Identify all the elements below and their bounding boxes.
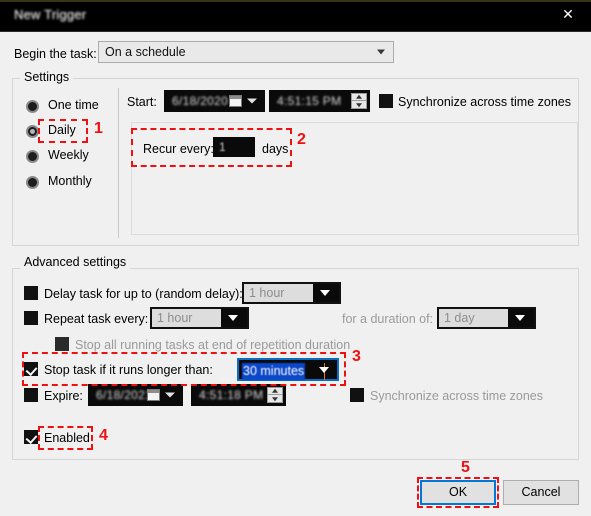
expire-time-value: 4:51:18 PM [199,388,264,402]
expire-sync-timezones-checkbox[interactable] [350,388,364,402]
start-time-value: 4:51:15 PM [277,94,342,108]
settings-divider [118,88,119,238]
delay-task-label: Delay task for up to (random delay): [44,287,243,301]
window-title: New Trigger [14,7,87,22]
chevron-down-icon [319,366,329,373]
start-date-field[interactable]: 6/18/2020 [164,90,265,112]
radio-daily-label: Daily [48,123,76,137]
start-time-field[interactable]: 4:51:15 PM [269,90,370,112]
start-sync-timezones-label: Synchronize across time zones [398,95,571,109]
chevron-down-icon [228,315,238,321]
radio-monthly[interactable] [26,176,39,189]
close-icon[interactable]: ✕ [545,0,591,31]
begin-task-dropdown[interactable]: On a schedule [98,41,394,63]
duration-label: for a duration of: [342,312,434,326]
expire-checkbox[interactable] [24,388,38,402]
recurrence-panel [131,122,578,235]
repeat-task-checkbox[interactable] [24,311,38,325]
chevron-down-icon [377,49,385,55]
start-label: Start: [127,95,157,109]
recur-every-value: 1 [219,140,226,154]
annotation-number-3: 3 [352,348,361,365]
recur-every-input[interactable]: 1 [213,137,255,157]
annotation-number-5: 5 [461,459,470,476]
repeat-task-value: 1 hour [157,311,193,325]
chevron-down-icon [247,98,257,104]
calendar-icon [147,389,160,401]
enabled-checkbox[interactable] [24,430,38,444]
annotation-number-2: 2 [297,131,306,148]
expire-label: Expire: [44,389,83,403]
radio-daily[interactable] [26,125,39,138]
time-spinner[interactable] [351,93,367,109]
stop-all-running-tasks-checkbox[interactable] [55,337,69,351]
advanced-group-label: Advanced settings [20,255,131,269]
expire-time-field[interactable]: 4:51:18 PM [191,384,286,406]
new-trigger-dialog: New Trigger ✕ Begin the task: On a sched… [0,0,591,516]
start-date-value: 6/18/2020 [172,94,229,108]
enabled-label: Enabled [44,431,90,445]
radio-weekly-label: Weekly [48,148,89,162]
repeat-task-dropdown[interactable]: 1 hour [150,307,249,329]
annotation-number-1: 1 [94,120,103,137]
begin-task-label: Begin the task: [14,47,97,61]
delay-task-value: 1 hour [249,286,285,300]
stop-task-longer-value: 30 minutes [242,363,306,380]
title-bar: New Trigger ✕ [0,0,591,32]
stop-all-running-tasks-label: Stop all running tasks at end of repetit… [75,338,351,352]
radio-one-time-label: One time [48,98,99,112]
titlebar-accent-line [0,0,591,2]
ok-button[interactable]: OK [420,480,496,505]
repeat-task-label: Repeat task every: [44,312,149,326]
begin-task-value: On a schedule [105,45,186,59]
radio-one-time[interactable] [26,100,39,113]
radio-weekly[interactable] [26,150,39,163]
stop-task-longer-label: Stop task if it runs longer than: [44,363,213,377]
recur-every-unit-label: days [262,142,289,156]
settings-group-label: Settings [20,70,74,84]
cancel-button[interactable]: Cancel [503,480,579,505]
stop-task-longer-dropdown[interactable]: 30 minutes [237,358,339,381]
start-sync-timezones-checkbox[interactable] [379,94,393,108]
duration-value: 1 day [444,311,475,325]
expire-date-value: 6/18/2021 [96,388,153,402]
stop-task-longer-checkbox[interactable] [24,362,38,376]
delay-task-checkbox[interactable] [24,286,38,300]
expire-date-field[interactable]: 6/18/2021 [88,384,183,406]
calendar-icon [229,95,242,107]
expire-sync-timezones-label: Synchronize across time zones [370,389,543,403]
recur-every-label: Recur every: [143,142,214,156]
annotation-number-4: 4 [99,427,108,444]
chevron-down-icon [515,315,525,321]
delay-task-dropdown[interactable]: 1 hour [242,282,341,304]
duration-dropdown[interactable]: 1 day [437,307,536,329]
chevron-down-icon [320,290,330,296]
radio-monthly-label: Monthly [48,174,92,188]
time-spinner[interactable] [267,387,283,403]
chevron-down-icon [165,392,175,398]
